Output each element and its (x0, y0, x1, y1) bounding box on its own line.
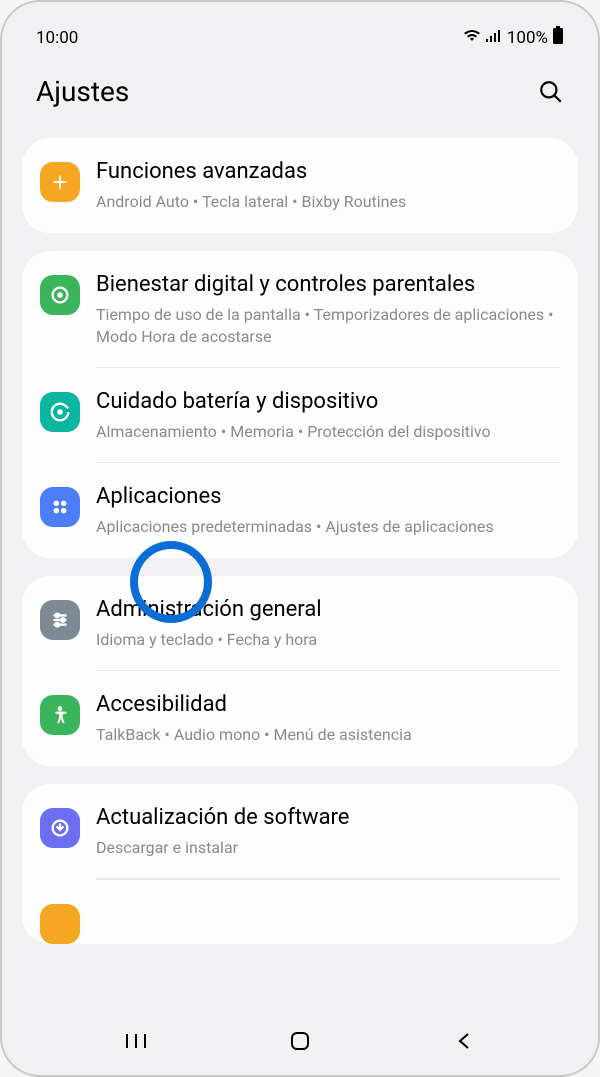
item-title: Administración general (96, 596, 560, 625)
item-title: Actualización de software (96, 804, 560, 833)
item-subtitle: Aplicaciones predeterminadas • Ajustes d… (96, 516, 560, 538)
download-icon (40, 808, 80, 848)
settings-item-applications[interactable]: Aplicaciones Aplicaciones predeterminada… (22, 463, 578, 558)
item-title: Cuidado batería y dispositivo (96, 388, 560, 417)
page-title: Ajustes (36, 75, 129, 108)
settings-item-software-update[interactable]: Actualización de software Descargar e in… (22, 784, 578, 879)
item-subtitle: Android Auto • Tecla lateral • Bixby Rou… (96, 191, 560, 213)
status-time: 10:00 (36, 28, 78, 48)
item-title: Accesibilidad (96, 691, 560, 720)
settings-item-general-management[interactable]: Administración general Idioma y teclado … (22, 576, 578, 671)
item-subtitle: Idioma y teclado • Fecha y hora (96, 629, 560, 651)
sliders-icon (40, 600, 80, 640)
wifi-icon (463, 28, 481, 48)
item-title: Funciones avanzadas (96, 158, 560, 187)
item-subtitle: Tiempo de uso de la pantalla • Temporiza… (96, 304, 560, 349)
settings-item-partial[interactable] (22, 880, 578, 944)
battery-text: 100% (507, 28, 548, 48)
recents-button[interactable] (116, 1029, 156, 1053)
settings-group: Funciones avanzadas Android Auto • Tecla… (22, 138, 578, 233)
settings-item-digital-wellbeing[interactable]: Bienestar digital y controles parentales… (22, 251, 578, 368)
settings-item-accessibility[interactable]: Accesibilidad TalkBack • Audio mono • Me… (22, 671, 578, 766)
home-button[interactable] (280, 1029, 320, 1053)
battery-icon (552, 26, 564, 49)
info-icon (40, 904, 80, 944)
settings-group: Bienestar digital y controles parentales… (22, 251, 578, 558)
settings-item-advanced-features[interactable]: Funciones avanzadas Android Auto • Tecla… (22, 138, 578, 233)
settings-group: Actualización de software Descargar e in… (22, 784, 578, 944)
navigation-bar (14, 1013, 586, 1063)
accessibility-icon (40, 695, 80, 735)
header: Ajustes (14, 57, 586, 138)
settings-group: Administración general Idioma y teclado … (22, 576, 578, 766)
heart-circle-icon (40, 275, 80, 315)
settings-list: Funciones avanzadas Android Auto • Tecla… (14, 138, 586, 1013)
item-title: Bienestar digital y controles parentales (96, 271, 560, 300)
status-bar: 10:00 100% (14, 14, 586, 57)
settings-item-battery-device-care[interactable]: Cuidado batería y dispositivo Almacenami… (22, 368, 578, 463)
refresh-icon (40, 392, 80, 432)
back-button[interactable] (444, 1029, 484, 1053)
apps-icon (40, 487, 80, 527)
item-title: Aplicaciones (96, 483, 560, 512)
search-icon[interactable] (538, 79, 564, 105)
plus-icon (40, 162, 80, 202)
item-subtitle: Descargar e instalar (96, 837, 560, 859)
signal-icon (485, 28, 503, 48)
item-subtitle: TalkBack • Audio mono • Menú de asistenc… (96, 724, 560, 746)
item-subtitle: Almacenamiento • Memoria • Protección de… (96, 421, 560, 443)
